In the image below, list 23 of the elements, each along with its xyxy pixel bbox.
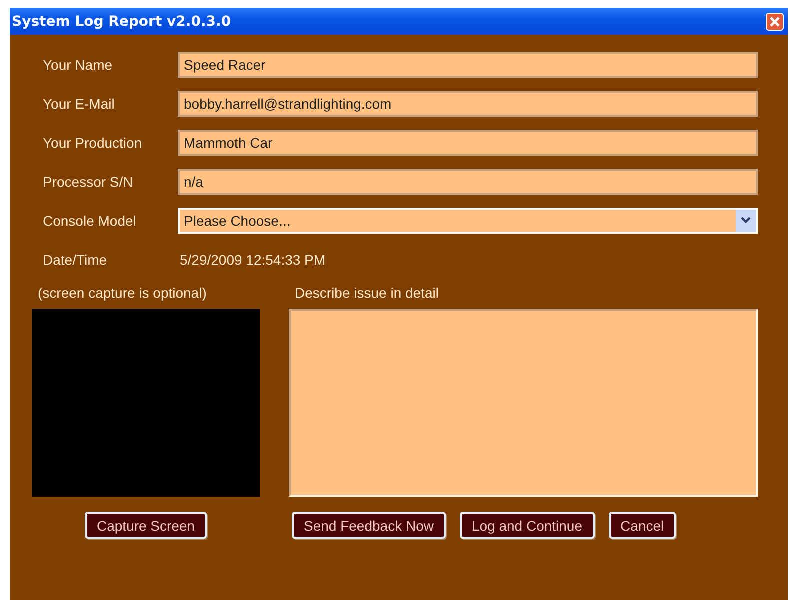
field-label: Date/Time [42, 252, 108, 268]
input-field[interactable]: Speed Racer [178, 52, 758, 78]
field-label: Console Model [42, 212, 138, 228]
date-time-value: 5/29/2009 12:54:33 PM [179, 252, 326, 268]
input-field[interactable]: bobby.harrell@strandlighting.com [178, 90, 758, 116]
close-button[interactable] [766, 12, 784, 30]
action-button[interactable]: Log and Continue [460, 512, 595, 539]
details-caption: Describe issue in detail [294, 285, 440, 303]
close-icon [770, 16, 780, 26]
dropdown-button[interactable] [736, 210, 756, 232]
field-label: Your E-Mail [42, 96, 116, 112]
field-label: Your Production [42, 134, 144, 150]
input-field[interactable]: n/a [178, 168, 758, 194]
capture-caption: (screen capture is optional) [37, 285, 208, 303]
chevron-down-icon [741, 217, 751, 224]
capture-screen-button[interactable]: Capture Screen [84, 512, 208, 539]
action-button[interactable]: Send Feedback Now [292, 512, 446, 539]
window-title: System Log Report v2.0.3.0 [12, 14, 232, 30]
input-field[interactable]: Mammoth Car [178, 130, 758, 156]
field-label: Processor S/N [42, 174, 134, 190]
action-button[interactable]: Cancel [608, 512, 676, 539]
field-label: Your Name [42, 56, 114, 72]
console-model-dropdown[interactable]: Please Choose... [178, 208, 758, 234]
